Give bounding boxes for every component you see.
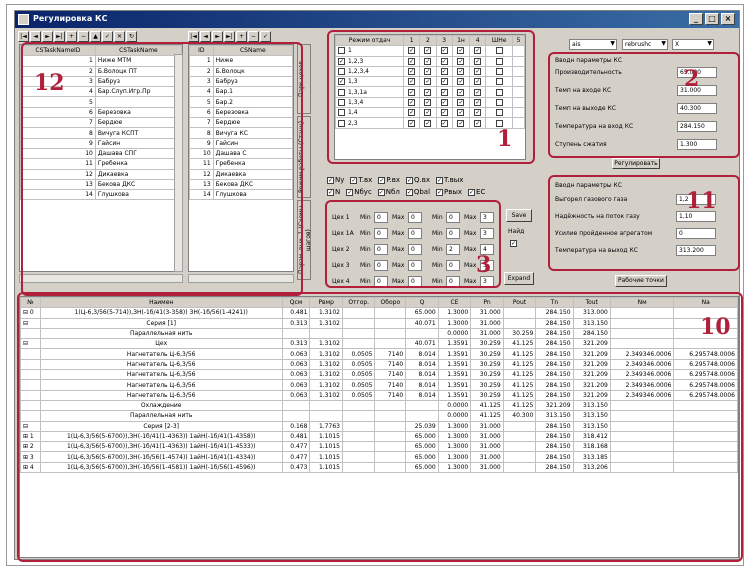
refresh-button[interactable]: ↻ [126, 31, 137, 42]
app-icon [18, 14, 29, 25]
annotation-label-1: 1 [497, 126, 513, 152]
selector-1[interactable]: ais [569, 39, 617, 50]
output-option[interactable]: ✓ Qbal [405, 188, 431, 196]
delete-record-button[interactable]: − [248, 31, 259, 42]
selector-3[interactable]: X [672, 39, 714, 50]
output-checkbox[interactable]: ✓ [405, 176, 413, 184]
output-option[interactable]: ✓ Q.вх [405, 176, 430, 184]
output-label: Q.вх [413, 176, 430, 184]
nayd-label: Найд [508, 228, 525, 235]
title-bar: Регулировка КС _ □ × [15, 11, 739, 28]
prev-record-button[interactable]: ◄ [30, 31, 41, 42]
output-checkbox[interactable]: ✓ [377, 188, 385, 196]
output-checkbox[interactable]: ✓ [327, 188, 334, 196]
output-option[interactable]: ✓ Nбл [377, 188, 400, 196]
annotation-label-12: 12 [34, 70, 65, 96]
output-option[interactable]: ✓ N [327, 188, 340, 196]
output-option[interactable]: ✓ T.вых [435, 176, 464, 184]
last-record-button[interactable]: ►| [54, 31, 65, 42]
output-checkbox[interactable]: ✓ [435, 176, 443, 184]
annotation-box-3 [325, 200, 501, 288]
annotation-label-11: 11 [686, 188, 717, 214]
output-label: Nу [335, 176, 345, 184]
first-record-button[interactable]: |◄ [18, 31, 29, 42]
post-record-button[interactable]: ✓ [102, 31, 113, 42]
output-checkbox[interactable]: ✓ [346, 188, 354, 196]
next-record-button[interactable]: ► [42, 31, 53, 42]
expand-button[interactable]: Expand [504, 272, 534, 285]
window-title: Регулировка КС [33, 14, 108, 23]
output-label: Nбус [354, 188, 372, 196]
delete-record-button[interactable]: − [78, 31, 89, 42]
output-option[interactable]: ✓ Nу [327, 176, 344, 184]
annotation-label-2: 2 [684, 66, 700, 92]
output-label: Qbal [413, 188, 431, 196]
output-label: T.вх [358, 176, 373, 184]
annotation-label-10: 10 [700, 314, 731, 340]
output-checkbox[interactable]: ✓ [327, 176, 334, 184]
post-record-button[interactable]: ✓ [260, 31, 271, 42]
save-button[interactable]: Save [506, 209, 532, 222]
cancel-record-button[interactable]: ✕ [114, 31, 125, 42]
output-checkbox[interactable]: ✓ [378, 176, 386, 184]
maximize-button[interactable]: □ [705, 13, 719, 25]
output-label: P.вх [386, 176, 400, 184]
annotation-label-3: 3 [476, 252, 492, 278]
output-label: Pвых [444, 188, 463, 196]
annotation-box-2 [548, 52, 740, 158]
insert-record-button[interactable]: + [236, 31, 247, 42]
output-checkboxes-row1: ✓ Nу ✓ T.вх ✓ P.вх ✓ Q.вх ✓ T.вых [327, 176, 527, 184]
output-checkbox[interactable]: ✓ [405, 188, 413, 196]
output-label: Nбл [385, 188, 400, 196]
output-checkbox[interactable]: ✓ [468, 188, 476, 196]
output-label: T.вых [443, 176, 464, 184]
output-checkboxes-row2: ✓ N ✓ Nбус ✓ Nбл ✓ Qbal ✓ Pвых ✓ EC [327, 188, 527, 196]
output-option[interactable]: ✓ Nбус [346, 188, 372, 196]
output-label: N [335, 188, 341, 196]
next-record-button[interactable]: ► [212, 31, 223, 42]
insert-record-button[interactable]: + [66, 31, 77, 42]
prev-record-button[interactable]: ◄ [200, 31, 211, 42]
annotation-box-10 [17, 292, 743, 562]
edit-record-button[interactable]: ▲ [90, 31, 101, 42]
output-option[interactable]: ✓ P.вх [378, 176, 400, 184]
minimize-button[interactable]: _ [689, 13, 703, 25]
first-record-button[interactable]: |◄ [188, 31, 199, 42]
close-button[interactable]: × [721, 13, 735, 25]
working-points-button[interactable]: Рабочие точки [615, 275, 667, 287]
output-option[interactable]: ✓ EC [468, 188, 485, 196]
regulate-button[interactable]: Регулировать [612, 158, 660, 169]
output-option[interactable]: ✓ Pвых [436, 188, 462, 196]
selector-2[interactable]: rebrushc [622, 39, 668, 50]
output-option[interactable]: ✓ T.вх [350, 176, 372, 184]
output-checkbox[interactable]: ✓ [436, 188, 444, 196]
output-checkbox[interactable]: ✓ [350, 176, 358, 184]
nayd-checkbox[interactable]: ✓ [510, 240, 517, 247]
last-record-button[interactable]: ►| [224, 31, 235, 42]
output-label: EC [476, 188, 486, 196]
